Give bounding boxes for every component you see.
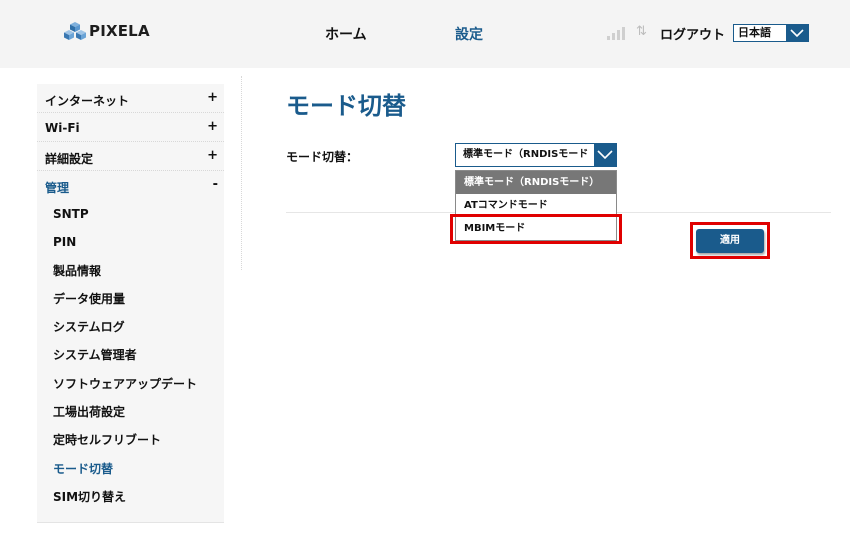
logout-link[interactable]: ログアウト <box>660 24 725 43</box>
sidebar-subitem-sntp[interactable]: SNTP <box>37 200 224 228</box>
divider <box>241 76 242 270</box>
data-transfer-icon: ⇅ <box>636 24 647 39</box>
signal-strength-icon <box>607 26 625 40</box>
cubes-logo-icon <box>64 22 86 40</box>
collapse-icon[interactable]: - <box>213 177 218 192</box>
sidebar-item-wifi[interactable]: Wi-Fi + <box>37 113 224 142</box>
sidebar-subitem-factory-reset[interactable]: 工場出荷設定 <box>37 398 224 426</box>
mode-select-value: 標準モード（RNDISモード <box>463 149 589 160</box>
page-title: モード切替 <box>286 92 406 120</box>
highlight-box <box>450 214 622 244</box>
logo[interactable]: PIXELA <box>64 21 150 41</box>
sidebar-subitem-system-admin[interactable]: システム管理者 <box>37 341 224 369</box>
sidebar-item-internet[interactable]: インターネット + <box>37 84 224 113</box>
mode-select[interactable]: 標準モード（RNDISモード <box>455 143 617 167</box>
sidebar-item-advanced-settings[interactable]: 詳細設定 + <box>37 142 224 171</box>
sidebar-subitem-product-info[interactable]: 製品情報 <box>37 257 224 285</box>
sidebar-subitem-mode-switch[interactable]: モード切替 <box>37 455 224 483</box>
sidebar-item-label: Wi-Fi <box>45 121 80 135</box>
dropdown-option-standard[interactable]: 標準モード（RNDISモード） <box>456 171 616 194</box>
sidebar-subitem-scheduled-reboot[interactable]: 定時セルフリブート <box>37 426 224 454</box>
logo-text: PIXELA <box>89 22 150 40</box>
sidebar-item-management[interactable]: 管理 - <box>37 171 224 200</box>
header-bar: PIXELA ホーム 設定 ⇅ ログアウト 日本語 <box>0 0 850 68</box>
sidebar-subitem-system-log[interactable]: システムログ <box>37 313 224 341</box>
sidebar-item-label: 管理 <box>45 181 70 195</box>
sidebar-subitem-sim-switch[interactable]: SIM切り替え <box>37 483 224 511</box>
sidebar-footer <box>37 511 224 524</box>
sidebar-submenu: SNTP PIN 製品情報 データ使用量 システムログ システム管理者 ソフトウ… <box>37 200 224 512</box>
chevron-down-icon[interactable] <box>594 144 616 166</box>
nav-settings-link[interactable]: 設定 <box>455 24 483 44</box>
sidebar-subitem-software-update[interactable]: ソフトウェアアップデート <box>37 370 224 398</box>
nav-home-link[interactable]: ホーム <box>325 24 367 44</box>
sidebar-item-label: インターネット <box>45 94 130 108</box>
expand-icon[interactable]: + <box>207 148 218 163</box>
sidebar-menu: インターネット + Wi-Fi + 詳細設定 + 管理 - SNTP PIN 製… <box>37 84 224 524</box>
language-select[interactable]: 日本語 <box>733 24 809 42</box>
mode-field-label: モード切替： <box>286 150 359 164</box>
expand-icon[interactable]: + <box>207 90 218 105</box>
language-value: 日本語 <box>738 26 771 39</box>
sidebar-item-label: 詳細設定 <box>45 152 94 166</box>
chevron-down-icon[interactable] <box>786 25 808 41</box>
highlight-box <box>690 222 770 259</box>
sidebar-subitem-data-usage[interactable]: データ使用量 <box>37 285 224 313</box>
expand-icon[interactable]: + <box>207 119 218 134</box>
sidebar-subitem-pin[interactable]: PIN <box>37 228 224 256</box>
